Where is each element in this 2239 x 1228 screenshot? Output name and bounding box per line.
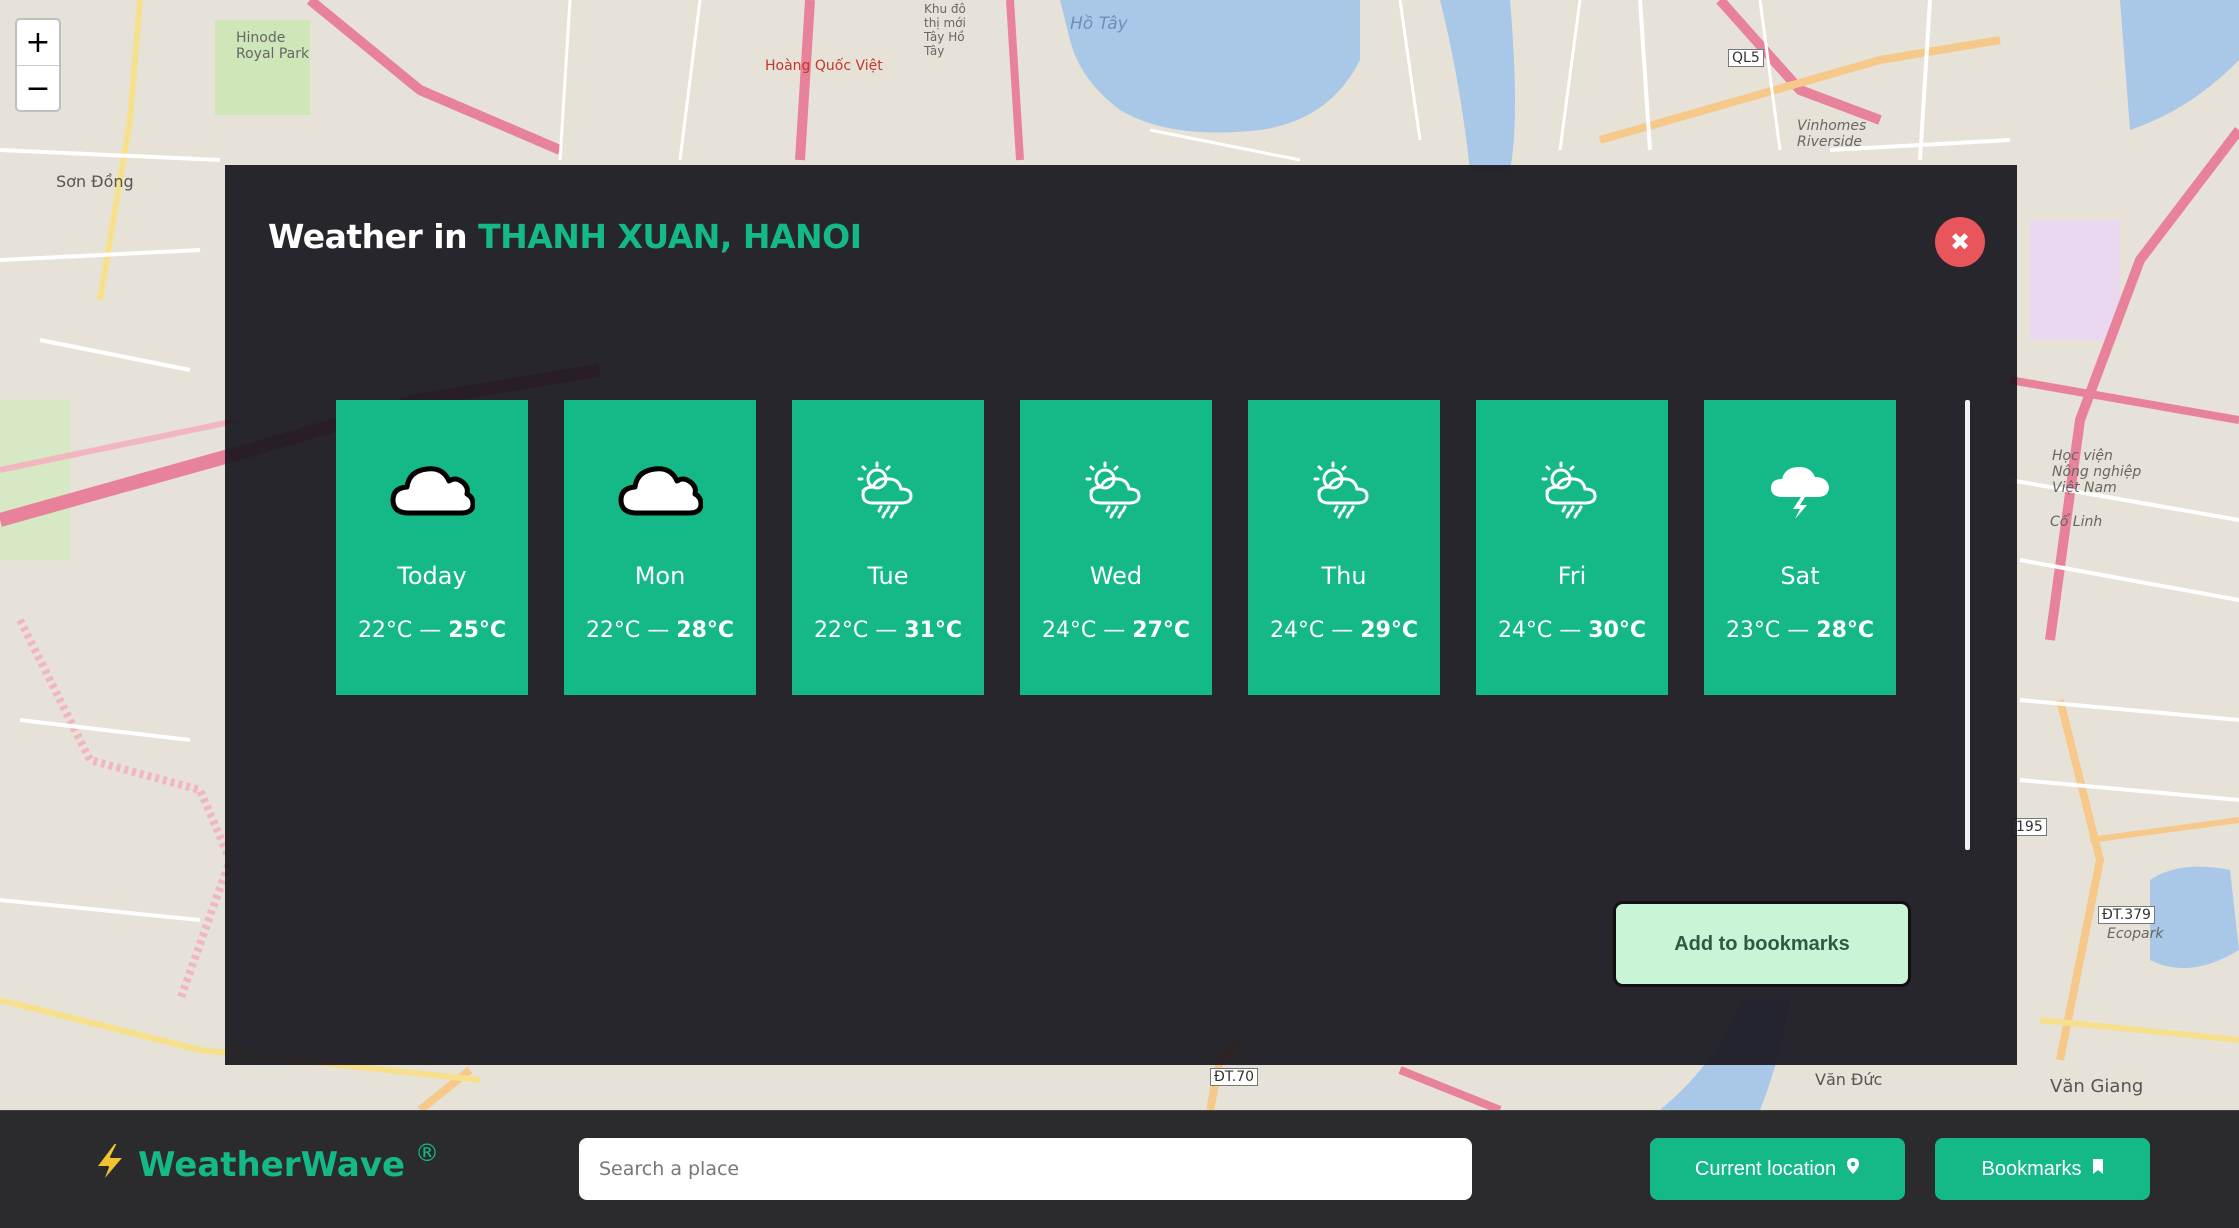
- forecast-card: Today 22°C — 25°C: [336, 400, 528, 695]
- sun-cloud-rain-icon: [1537, 456, 1607, 522]
- map-label: Hồ Tây: [1070, 14, 1128, 34]
- brand-name: WeatherWave: [138, 1145, 406, 1185]
- temperature-range: 22°C — 28°C: [586, 618, 734, 643]
- place-name: THANH XUAN, HANOI: [478, 217, 862, 256]
- cloud-icon: [617, 456, 703, 522]
- day-name: Wed: [1089, 562, 1143, 590]
- search-input[interactable]: [579, 1138, 1472, 1200]
- forecast-card: Mon 22°C — 28°C: [564, 400, 756, 695]
- temp-low: 22°C: [813, 618, 869, 643]
- bookmarks-button[interactable]: Bookmarks: [1935, 1138, 2150, 1200]
- map-label: QL5: [1728, 49, 1764, 67]
- forecast-card: Fri 24°C — 30°C: [1476, 400, 1668, 695]
- sun-cloud-rain-icon: [1309, 456, 1379, 522]
- temp-separator: —: [1552, 618, 1589, 643]
- sun-cloud-rain-icon: [1081, 456, 1151, 522]
- temp-low: 22°C: [585, 618, 641, 643]
- temp-separator: —: [412, 618, 449, 643]
- forecast-list: Today 22°C — 25°C Mon 22°C — 28°C Tue 22…: [336, 400, 1896, 695]
- map-label: Vinhomes Riverside: [1797, 118, 1867, 150]
- temp-low: 24°C: [1497, 618, 1553, 643]
- day-name: Fri: [1557, 562, 1587, 590]
- map-label: Khu đô thị mới Tây Hồ Tây: [924, 2, 966, 58]
- temp-high: 31°C: [904, 618, 963, 643]
- temp-low: 24°C: [1269, 618, 1325, 643]
- temperature-range: 22°C — 31°C: [814, 618, 962, 643]
- temp-low: 24°C: [1041, 618, 1097, 643]
- temp-high: 30°C: [1588, 618, 1647, 643]
- map-label: Học viện Nông nghiệp Việt Nam: [2052, 448, 2142, 496]
- temp-high: 27°C: [1132, 618, 1191, 643]
- bookmark-icon: [2092, 1158, 2104, 1181]
- map-label: ĐT.70: [1210, 1068, 1259, 1086]
- day-name: Today: [397, 562, 467, 590]
- temp-separator: —: [1780, 618, 1817, 643]
- map-label: [76, 58, 80, 73]
- cloud-icon: [389, 456, 475, 522]
- close-button[interactable]: ✖: [1935, 217, 1985, 267]
- map-label: Hinode Royal Park: [236, 30, 310, 62]
- day-name: Tue: [867, 562, 909, 590]
- current-location-label: Current location: [1694, 1157, 1837, 1180]
- temp-separator: —: [1096, 618, 1133, 643]
- cloud-lightning-icon: [1765, 456, 1835, 522]
- temperature-range: 24°C — 27°C: [1042, 618, 1190, 643]
- temperature-range: 24°C — 30°C: [1498, 618, 1646, 643]
- map-label: Sơn Đồng: [56, 172, 134, 191]
- map-label: Hoàng Quốc Việt: [765, 58, 883, 74]
- weather-modal: Weather in THANH XUAN, HANOI ✖ Today 22°…: [225, 165, 2017, 1065]
- bottom-bar: WeatherWave ® Current location Bookmarks: [0, 1110, 2239, 1228]
- temp-separator: —: [640, 618, 677, 643]
- temp-low: 23°C: [1725, 618, 1781, 643]
- temp-high: 28°C: [1816, 618, 1875, 643]
- title-prefix: Weather in: [268, 217, 479, 256]
- map-label: ĐT.379: [2098, 906, 2155, 924]
- map-label: Cổ Linh: [2050, 514, 2103, 530]
- forecast-card: Sat 23°C — 28°C: [1704, 400, 1896, 695]
- temp-separator: —: [1324, 618, 1361, 643]
- day-name: Sat: [1780, 562, 1820, 590]
- temperature-range: 24°C — 29°C: [1270, 618, 1418, 643]
- map-label: Ecopark: [2107, 926, 2164, 942]
- registered-mark: ®: [415, 1139, 440, 1167]
- forecast-card: Thu 24°C — 29°C: [1248, 400, 1440, 695]
- close-icon: ✖: [1949, 228, 1971, 256]
- lightning-icon: [92, 1141, 128, 1189]
- day-name: Thu: [1321, 562, 1367, 590]
- bookmarks-label: Bookmarks: [1981, 1157, 2082, 1180]
- current-location-button[interactable]: Current location: [1650, 1138, 1905, 1200]
- zoom-in-button[interactable]: +: [17, 20, 59, 65]
- temp-separator: —: [868, 618, 905, 643]
- temp-high: 29°C: [1360, 618, 1419, 643]
- forecast-card: Wed 24°C — 27°C: [1020, 400, 1212, 695]
- zoom-out-button[interactable]: −: [17, 65, 59, 111]
- temperature-range: 23°C — 28°C: [1726, 618, 1874, 643]
- temp-high: 28°C: [676, 618, 735, 643]
- map-label: 195: [2012, 818, 2047, 836]
- map-pin-icon: [1846, 1157, 1860, 1181]
- sun-cloud-rain-icon: [853, 456, 923, 522]
- temperature-range: 22°C — 25°C: [358, 618, 506, 643]
- add-to-bookmarks-button[interactable]: Add to bookmarks: [1613, 901, 1911, 987]
- temp-high: 25°C: [448, 618, 507, 643]
- map-label: Văn Đức: [1815, 1070, 1883, 1089]
- brand[interactable]: WeatherWave ®: [92, 1139, 440, 1189]
- modal-title: Weather in THANH XUAN, HANOI: [268, 217, 862, 256]
- day-name: Mon: [634, 562, 686, 590]
- forecast-card: Tue 22°C — 31°C: [792, 400, 984, 695]
- map-label: Văn Giang: [2050, 1076, 2144, 1097]
- forecast-scrollbar[interactable]: [1965, 400, 1970, 850]
- temp-low: 22°C: [357, 618, 413, 643]
- zoom-control: + −: [15, 18, 61, 112]
